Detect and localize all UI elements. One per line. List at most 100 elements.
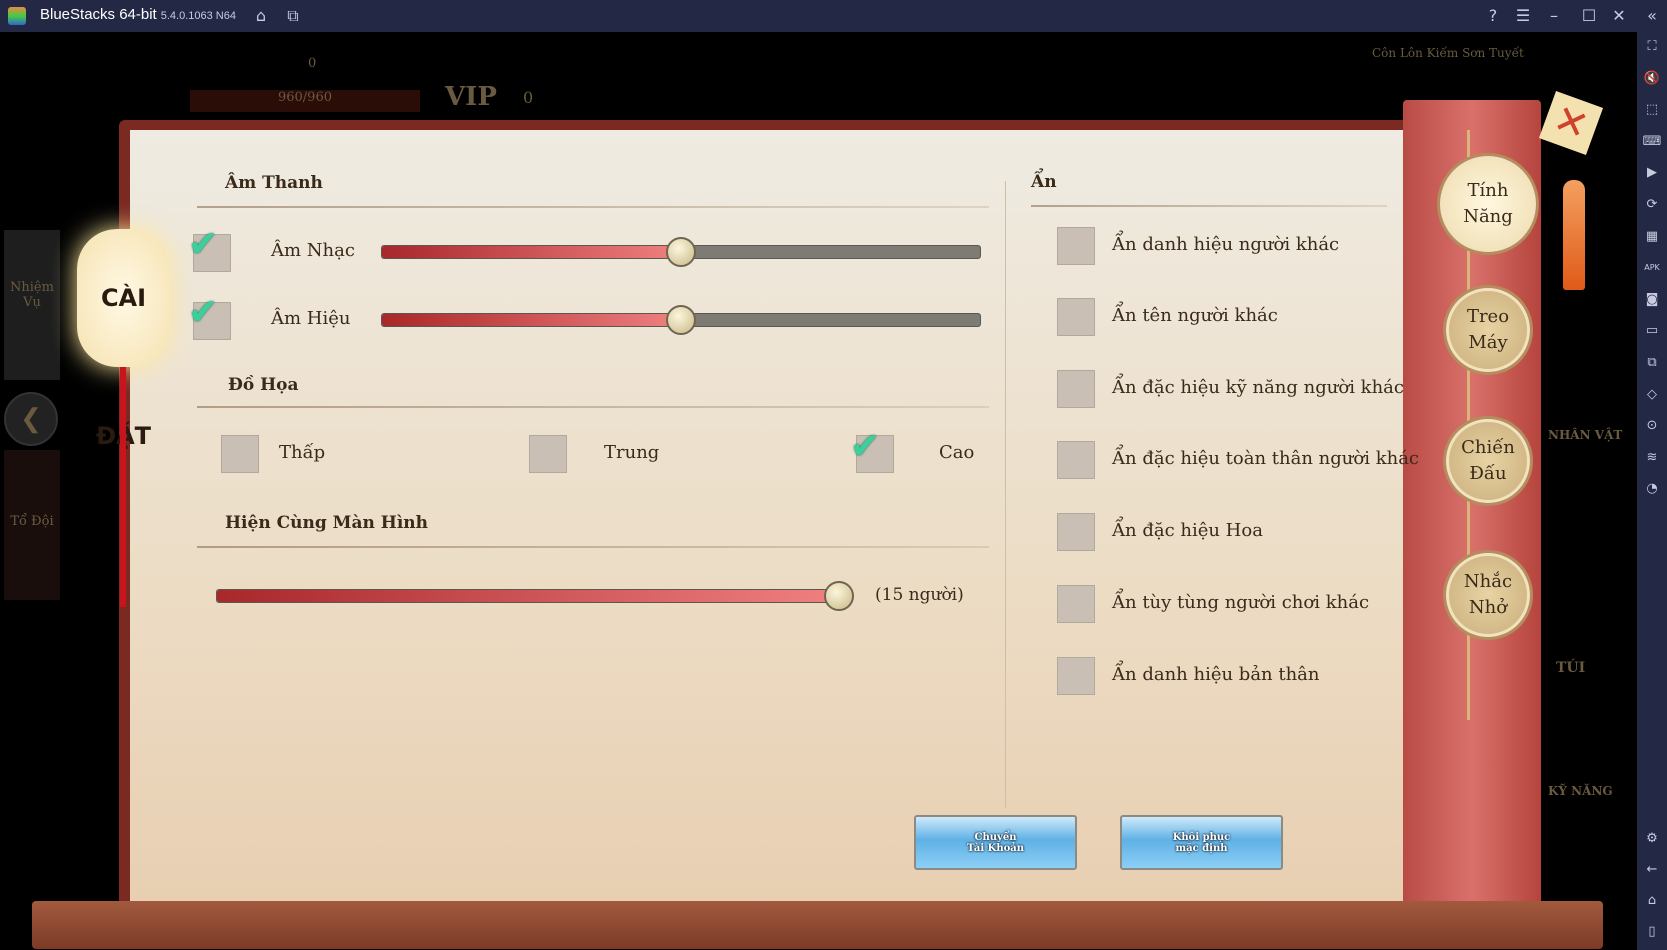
sound-label: Âm Nhạc: [271, 240, 355, 261]
button-label: Chuyển: [974, 831, 1017, 843]
graphics-option-label: Trung: [604, 442, 660, 463]
home-icon[interactable]: ⌂: [250, 5, 272, 27]
graphics-option-label: Thấp: [279, 442, 326, 463]
divider: [197, 206, 989, 208]
character-menu[interactable]: NHÂN VẬT: [1548, 428, 1622, 442]
divider: [1031, 205, 1387, 207]
slider-fill: [382, 314, 681, 326]
hp-bar: 960/960: [190, 90, 420, 112]
collapse-sidebar-icon[interactable]: «: [1641, 5, 1663, 27]
display-count-slider[interactable]: [216, 581, 854, 611]
graphics-option-checkbox[interactable]: [529, 435, 567, 473]
hide-option-checkbox[interactable]: [1057, 370, 1095, 408]
tab-label: Tính: [1467, 180, 1509, 201]
graphics-option-checkbox[interactable]: [221, 435, 259, 473]
button-label: mặc định: [1175, 842, 1228, 854]
bag-menu[interactable]: TÚI: [1556, 660, 1585, 676]
settings-icon[interactable]: ⚙: [1641, 828, 1663, 850]
wood-shelf: [32, 901, 1603, 949]
hide-header: Ẩn: [1031, 172, 1057, 192]
rotate-icon[interactable]: ⟳: [1641, 194, 1663, 216]
hide-option-label: Ẩn đặc hiệu Hoa: [1112, 520, 1263, 541]
team-tab[interactable]: Tổ Đội: [4, 450, 60, 600]
checkmark-icon: ✔: [850, 426, 881, 467]
checkmark-icon: ✔: [188, 224, 219, 265]
tab-label: Đấu: [1469, 463, 1507, 484]
hide-option-checkbox[interactable]: [1057, 298, 1095, 336]
title-bar: BlueStacks 64-bit 5.4.0.1063 N64 ⌂ ⧉ ? ☰ …: [0, 0, 1667, 32]
tassel-decoration: [1563, 180, 1585, 290]
screenshot-icon[interactable]: ◙: [1641, 289, 1663, 311]
hide-option-label: Ẩn đặc hiệu toàn thân người khác: [1112, 448, 1420, 469]
skill-menu[interactable]: KỸ NĂNG: [1548, 784, 1613, 798]
app-name: BlueStacks 64-bit: [40, 6, 157, 23]
graphics-option-label: Cao: [939, 442, 975, 463]
dialog-title-lantern: CÀI ĐẶT: [77, 229, 170, 450]
button-label: Khôi phục: [1172, 831, 1231, 843]
hide-option-checkbox[interactable]: [1057, 441, 1095, 479]
install-apk-icon[interactable]: APK: [1641, 257, 1663, 279]
maximize-icon[interactable]: ☐: [1578, 5, 1600, 27]
performance-icon[interactable]: ▦: [1641, 226, 1663, 248]
volume-slider[interactable]: [381, 305, 981, 335]
tab-label: Nhở: [1468, 597, 1508, 618]
back-icon[interactable]: ←: [1641, 859, 1663, 881]
multi-window-icon[interactable]: ⧉: [1641, 352, 1663, 374]
macro-record-icon[interactable]: ▶: [1641, 162, 1663, 184]
hide-option-checkbox[interactable]: [1057, 513, 1095, 551]
divider: [197, 406, 989, 408]
tab-features[interactable]: Tính Năng: [1440, 156, 1536, 252]
gold-count: 0: [308, 56, 317, 71]
quest-tab[interactable]: Nhiệm Vụ: [4, 230, 60, 380]
tab-reminder[interactable]: Nhắc Nhở: [1446, 553, 1530, 637]
close-dialog-button[interactable]: ✕: [1538, 90, 1604, 156]
eco-mode-icon[interactable]: ◇: [1641, 384, 1663, 406]
slider-fill: [217, 590, 839, 602]
sound-label: Âm Hiệu: [271, 308, 351, 329]
vip-badge: VIP: [445, 82, 497, 112]
hide-option-checkbox[interactable]: [1057, 585, 1095, 623]
keyboard-icon[interactable]: ⌨: [1641, 131, 1663, 153]
cursor-icon[interactable]: ⬚: [1641, 99, 1663, 121]
lantern-tassel: [120, 367, 126, 607]
volume-slider[interactable]: [381, 237, 981, 267]
slider-knob[interactable]: [666, 237, 696, 267]
server-name: Côn Lôn Kiếm Sơn Tuyết: [1372, 46, 1524, 60]
switch-account-button[interactable]: Chuyển Tài Khoản: [914, 815, 1077, 870]
button-label: Tài Khoản: [966, 842, 1025, 854]
folder-icon[interactable]: ▭: [1641, 320, 1663, 342]
sound-header: Âm Thanh: [225, 173, 323, 193]
close-icon[interactable]: ✕: [1608, 5, 1630, 27]
multi-instance-icon[interactable]: ⧉: [282, 5, 304, 27]
layers-icon[interactable]: ≋: [1641, 447, 1663, 469]
slider-knob[interactable]: [824, 581, 854, 611]
minimize-icon[interactable]: –: [1543, 5, 1565, 27]
recent-apps-icon[interactable]: ▯: [1641, 921, 1663, 943]
tab-combat[interactable]: Chiến Đấu: [1446, 419, 1530, 503]
hide-option-label: Ẩn tùy tùng người chơi khác: [1112, 592, 1370, 613]
tab-label: Chiến: [1461, 437, 1515, 458]
app-title: BlueStacks 64-bit 5.4.0.1063 N64: [40, 6, 236, 23]
help-icon[interactable]: ?: [1482, 5, 1504, 27]
fullscreen-icon[interactable]: ⛶: [1641, 36, 1663, 58]
hide-option-checkbox[interactable]: [1057, 227, 1095, 265]
hide-option-label: Ẩn đặc hiệu kỹ năng người khác: [1112, 377, 1404, 398]
volume-mute-icon[interactable]: 🔇: [1641, 68, 1663, 90]
hide-option-checkbox[interactable]: [1057, 657, 1095, 695]
menu-icon[interactable]: ☰: [1512, 5, 1534, 27]
slider-knob[interactable]: [666, 305, 696, 335]
restore-defaults-button[interactable]: Khôi phục mặc định: [1120, 815, 1283, 870]
checkmark-icon: ✔: [188, 292, 219, 333]
home-icon[interactable]: ⌂: [1641, 890, 1663, 912]
divider: [197, 546, 989, 548]
back-arrow-icon[interactable]: ❮: [4, 392, 58, 446]
hide-option-label: Ẩn danh hiệu người khác: [1112, 234, 1340, 255]
tab-auto[interactable]: Treo Máy: [1446, 288, 1530, 372]
graphics-header: Đồ Họa: [228, 375, 299, 395]
tab-label: Máy: [1468, 332, 1508, 353]
speed-icon[interactable]: ◔: [1641, 478, 1663, 500]
location-icon[interactable]: ⊙: [1641, 415, 1663, 437]
bluestacks-logo-icon: [8, 7, 26, 25]
tab-label: Treo: [1466, 306, 1510, 327]
tab-label: Nhắc: [1463, 571, 1513, 592]
